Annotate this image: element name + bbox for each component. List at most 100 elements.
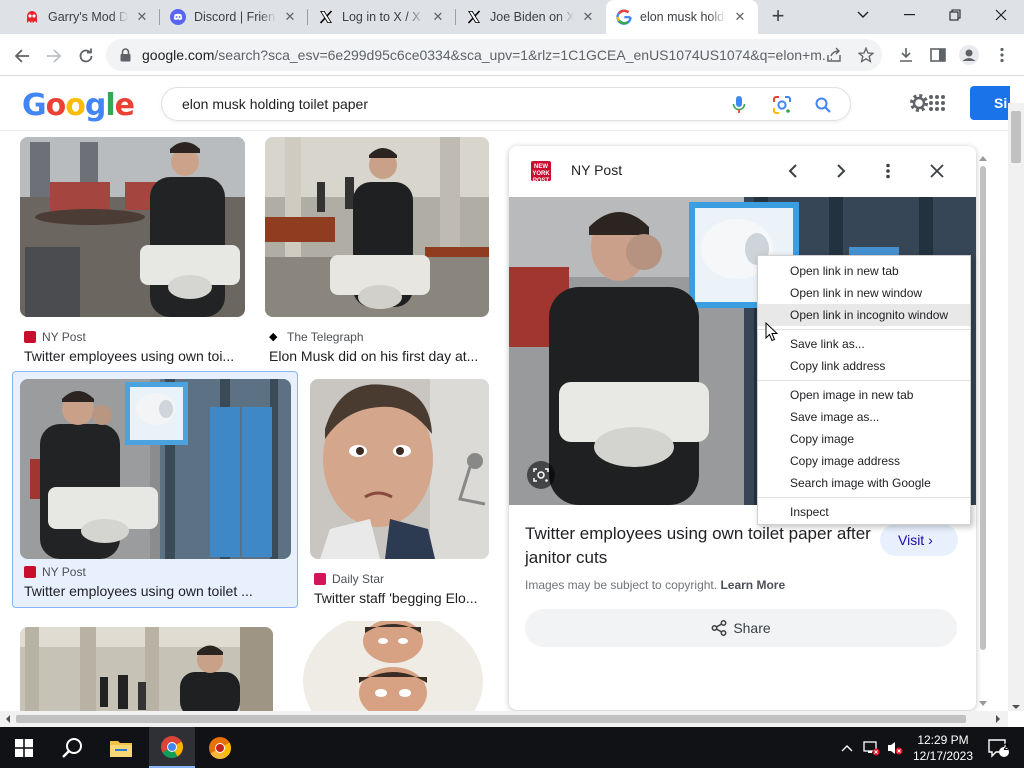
menu-item-open-incognito[interactable]: Open link in incognito window xyxy=(758,304,970,326)
reload-icon xyxy=(79,48,93,63)
result-thumbnail[interactable] xyxy=(20,627,273,711)
mouse-cursor-icon xyxy=(765,321,779,347)
source-name: Daily Star xyxy=(332,572,385,586)
nypost-favicon-icon xyxy=(24,566,36,578)
tab-search-button[interactable] xyxy=(840,0,886,30)
close-icon[interactable]: ✕ xyxy=(580,9,596,25)
menu-item-open-new-tab[interactable]: Open link in new tab xyxy=(758,260,970,282)
microphone-icon[interactable] xyxy=(728,94,750,116)
share-page-icon[interactable] xyxy=(823,44,845,66)
search-box[interactable]: elon musk holding toilet paper xyxy=(161,87,851,121)
result-source[interactable]: NY Post xyxy=(24,330,86,344)
next-image-button[interactable] xyxy=(829,159,853,183)
system-clock[interactable]: 12:29 PM 12/17/2023 xyxy=(910,732,976,764)
network-icon[interactable] xyxy=(860,727,882,768)
result-thumbnail[interactable] xyxy=(20,137,245,317)
back-button[interactable] xyxy=(8,42,36,70)
menu-item-open-new-window[interactable]: Open link in new window xyxy=(758,282,970,304)
tab-discord[interactable]: Discord | Friends ✕ xyxy=(160,0,308,34)
result-thumbnail[interactable] xyxy=(265,137,489,317)
more-options-icon[interactable] xyxy=(876,159,900,183)
image-result-card[interactable]: Daily Star Twitter staff 'begging Elo... xyxy=(310,379,492,606)
share-label: Share xyxy=(733,620,771,636)
new-tab-button[interactable]: + xyxy=(766,5,790,29)
close-icon[interactable]: ✕ xyxy=(282,9,298,25)
menu-item-copy-image-address[interactable]: Copy image address xyxy=(758,450,970,472)
page-vertical-scrollbar[interactable] xyxy=(1008,103,1024,711)
download-icon[interactable] xyxy=(895,44,917,66)
forward-button[interactable] xyxy=(40,42,68,70)
restore-button[interactable] xyxy=(932,0,978,30)
panel-source-name[interactable]: NY Post xyxy=(571,162,622,178)
google-lens-icon[interactable] xyxy=(527,461,555,489)
panel-title[interactable]: Twitter employees using own toilet paper… xyxy=(525,522,875,570)
logo-letter: G xyxy=(22,88,47,123)
telegraph-favicon-icon: ◆ xyxy=(269,331,278,343)
result-source[interactable]: Daily Star xyxy=(314,572,384,586)
google-logo[interactable]: Google xyxy=(22,88,135,123)
learn-more-link[interactable]: Learn More xyxy=(720,578,785,592)
close-window-button[interactable] xyxy=(978,0,1024,30)
google-lens-icon[interactable] xyxy=(771,94,793,116)
result-title[interactable]: Elon Musk did on his first day at... xyxy=(269,348,491,364)
result-source[interactable]: ◆ The Telegraph xyxy=(269,330,364,344)
image-result-card[interactable]: ◆ The Telegraph Elon Musk did on his fir… xyxy=(265,137,491,364)
start-button[interactable] xyxy=(0,727,48,768)
sign-in-button[interactable]: Si xyxy=(970,86,1010,120)
address-bar[interactable]: google.com/search?sca_esv=6e299d95c6ce03… xyxy=(106,39,882,71)
search-icon[interactable] xyxy=(49,727,95,768)
search-query[interactable]: elon musk holding toilet paper xyxy=(182,96,368,112)
google-apps-icon[interactable] xyxy=(928,94,946,117)
minimize-button[interactable] xyxy=(886,0,932,30)
search-icon[interactable] xyxy=(812,94,834,116)
result-thumbnail[interactable] xyxy=(310,379,489,559)
tab-joe-biden[interactable]: Joe Biden on X ✕ xyxy=(456,0,606,34)
close-icon[interactable]: ✕ xyxy=(134,9,150,25)
result-title[interactable]: Twitter staff 'begging Elo... xyxy=(314,590,492,606)
chrome-taskbar-icon[interactable] xyxy=(149,727,195,768)
chrome-canary-icon[interactable] xyxy=(197,727,243,768)
lock-icon[interactable] xyxy=(118,48,132,62)
arrow-right-icon xyxy=(47,49,62,63)
side-panel-icon[interactable] xyxy=(927,44,949,66)
menu-item-save-image[interactable]: Save image as... xyxy=(758,406,970,428)
menu-item-save-link[interactable]: Save link as... xyxy=(758,333,970,355)
result-title[interactable]: Twitter employees using own toilet ... xyxy=(24,583,292,599)
browser-menu-icon[interactable] xyxy=(991,44,1013,66)
file-explorer-icon[interactable] xyxy=(98,727,144,768)
tab-google-search[interactable]: elon musk holding ✕ xyxy=(606,0,758,34)
image-result-card[interactable]: NY Post Twitter employees using own toi.… xyxy=(20,137,246,364)
result-thumbnail[interactable] xyxy=(20,379,291,559)
tab-x-login[interactable]: Log in to X / X ✕ xyxy=(308,0,456,34)
previous-image-button[interactable] xyxy=(781,159,805,183)
profile-avatar-icon[interactable] xyxy=(958,44,980,66)
menu-item-inspect[interactable]: Inspect xyxy=(758,501,970,523)
close-icon[interactable]: ✕ xyxy=(732,9,748,25)
reload-button[interactable] xyxy=(72,42,100,70)
menu-item-copy-link[interactable]: Copy link address xyxy=(758,355,970,377)
logo-letter: l xyxy=(105,88,115,123)
notification-center-icon[interactable]: 2 xyxy=(978,727,1018,768)
dailystar-favicon-icon xyxy=(314,573,326,585)
close-panel-button[interactable] xyxy=(925,159,949,183)
bookmark-star-icon[interactable] xyxy=(855,44,877,66)
result-source[interactable]: NY Post xyxy=(24,565,86,579)
result-title[interactable]: Twitter employees using own toi... xyxy=(24,348,246,364)
logo-letter: e xyxy=(114,88,135,123)
show-hidden-icons-icon[interactable] xyxy=(838,727,856,768)
url-text[interactable]: google.com/search?sca_esv=6e299d95c6ce03… xyxy=(142,47,832,63)
tab-garrysmod[interactable]: Garry's Mod Dr... ✕ xyxy=(14,0,160,34)
visit-button[interactable]: Visit › xyxy=(880,524,958,556)
share-button[interactable]: Share xyxy=(525,609,957,647)
panel-scrollbar[interactable] xyxy=(978,152,988,710)
menu-item-copy-image[interactable]: Copy image xyxy=(758,428,970,450)
result-thumbnail[interactable] xyxy=(293,621,489,711)
volume-muted-icon[interactable] xyxy=(884,727,906,768)
close-icon[interactable]: ✕ xyxy=(430,9,446,25)
menu-item-open-image-new-tab[interactable]: Open image in new tab xyxy=(758,384,970,406)
menu-item-search-image-google[interactable]: Search image with Google xyxy=(758,472,970,494)
image-result-card-selected[interactable]: NY Post Twitter employees using own toil… xyxy=(12,371,298,608)
image-result-card[interactable] xyxy=(20,627,273,711)
page-horizontal-scrollbar[interactable] xyxy=(0,711,1008,727)
image-result-card[interactable] xyxy=(293,621,490,711)
